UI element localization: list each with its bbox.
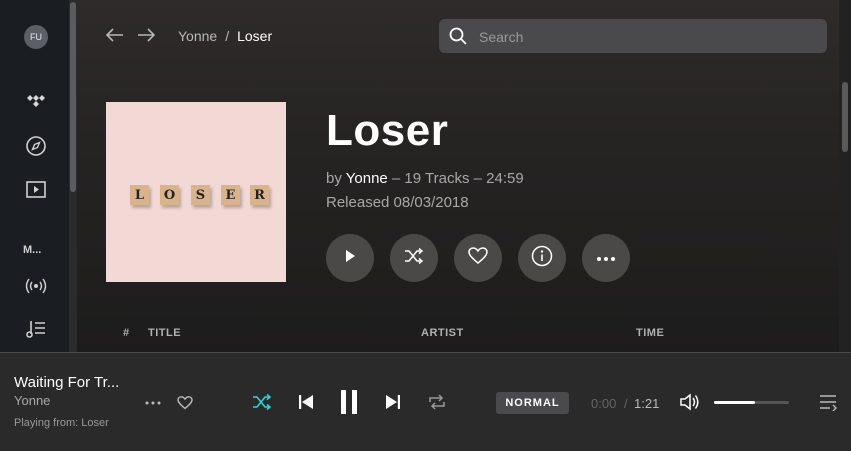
info-button[interactable] bbox=[518, 234, 566, 282]
volume-slider[interactable] bbox=[714, 401, 789, 404]
search-icon bbox=[449, 27, 467, 50]
search-input[interactable] bbox=[477, 19, 811, 55]
playing-from-source[interactable]: Loser bbox=[81, 417, 109, 429]
volume-slider-fill bbox=[714, 401, 756, 404]
now-playing-title[interactable]: Waiting For Tr... bbox=[14, 374, 119, 391]
album-meta: by Yonne – 19 Tracks – 24:59 bbox=[326, 170, 524, 187]
breadcrumb-artist[interactable]: Yonne bbox=[178, 28, 217, 44]
tidal-logo-icon[interactable] bbox=[22, 88, 50, 116]
pause-icon[interactable] bbox=[336, 389, 362, 415]
play-button[interactable] bbox=[326, 234, 374, 282]
sidebar-section-label: M... bbox=[23, 244, 42, 256]
column-header-title[interactable]: TITLE bbox=[148, 327, 181, 339]
heart-icon bbox=[468, 246, 488, 270]
cover-tile: L bbox=[130, 185, 149, 205]
video-icon[interactable] bbox=[22, 176, 50, 204]
shuffle-button[interactable] bbox=[390, 234, 438, 282]
app-window: FU M... Yonne / Loser Search L O S E R L… bbox=[0, 0, 851, 451]
back-arrow-icon[interactable] bbox=[104, 24, 126, 46]
play-icon bbox=[343, 249, 357, 268]
cover-tile: O bbox=[160, 185, 179, 205]
next-track-icon[interactable] bbox=[382, 391, 404, 413]
info-icon bbox=[531, 245, 553, 272]
column-header-time[interactable]: TIME bbox=[636, 327, 664, 339]
quality-badge[interactable]: NORMAL bbox=[496, 392, 569, 414]
radio-icon[interactable] bbox=[22, 272, 50, 300]
time-current: 0:00 bbox=[591, 396, 617, 411]
time-total: 1:21 bbox=[634, 396, 660, 411]
track-heart-icon[interactable] bbox=[175, 394, 195, 412]
forward-arrow-icon[interactable] bbox=[135, 24, 157, 46]
volume-icon[interactable] bbox=[678, 391, 702, 413]
breadcrumb-separator: / bbox=[225, 28, 230, 44]
queue-icon[interactable] bbox=[816, 391, 840, 413]
previous-track-icon[interactable] bbox=[295, 391, 317, 413]
time-separator: / bbox=[624, 396, 628, 411]
column-header-artist[interactable]: ARTIST bbox=[421, 327, 464, 339]
shuffle-toggle-icon[interactable] bbox=[250, 391, 274, 413]
cover-tile: R bbox=[250, 185, 269, 205]
album-artist-link[interactable]: Yonne bbox=[346, 170, 388, 187]
album-title: Loser bbox=[326, 106, 449, 155]
sidebar: FU M... bbox=[0, 0, 70, 352]
cover-tile: E bbox=[221, 185, 240, 205]
playlist-icon[interactable] bbox=[22, 315, 50, 343]
main-scrollbar-thumb[interactable] bbox=[842, 82, 848, 152]
more-options-button[interactable] bbox=[582, 234, 630, 282]
avatar[interactable]: FU bbox=[24, 25, 48, 49]
more-icon bbox=[596, 249, 616, 267]
playing-from: Playing from: Loser bbox=[14, 417, 109, 429]
sidebar-scrollbar[interactable] bbox=[69, 0, 77, 352]
shuffle-icon bbox=[404, 247, 424, 269]
repeat-icon[interactable] bbox=[425, 390, 449, 414]
breadcrumb: Yonne / Loser bbox=[178, 28, 272, 44]
album-by-label: by bbox=[326, 170, 342, 187]
breadcrumb-album: Loser bbox=[237, 28, 273, 44]
compass-icon[interactable] bbox=[22, 132, 50, 160]
cover-tile: S bbox=[191, 185, 210, 205]
sidebar-scrollbar-thumb[interactable] bbox=[70, 2, 76, 192]
favorite-button[interactable] bbox=[454, 234, 502, 282]
album-summary: – 19 Tracks – 24:59 bbox=[391, 170, 524, 187]
playing-from-label: Playing from: bbox=[14, 417, 79, 429]
track-more-icon[interactable] bbox=[143, 395, 163, 411]
album-release-date: Released 08/03/2018 bbox=[326, 194, 469, 211]
player-bar: Waiting For Tr... Yonne Playing from: Lo… bbox=[0, 352, 851, 451]
column-header-number[interactable]: # bbox=[123, 327, 130, 339]
search-bar[interactable] bbox=[439, 19, 827, 55]
main-scrollbar[interactable] bbox=[839, 0, 851, 352]
now-playing-artist[interactable]: Yonne bbox=[14, 393, 50, 408]
album-cover: L O S E R bbox=[106, 102, 286, 282]
